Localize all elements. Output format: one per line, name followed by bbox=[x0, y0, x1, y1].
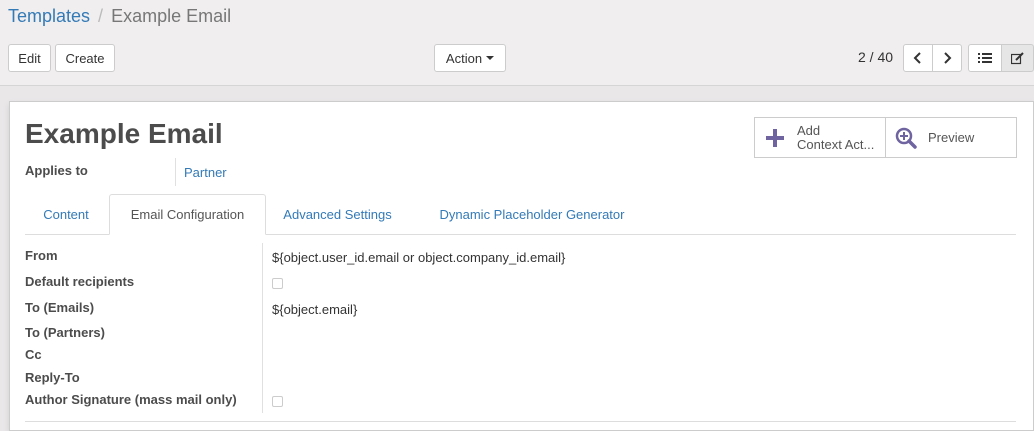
applies-to-label: Applies to bbox=[25, 163, 88, 178]
tab-content[interactable]: Content bbox=[25, 194, 107, 234]
caret-down-icon bbox=[486, 56, 495, 60]
action-label: Action bbox=[445, 50, 483, 66]
add-context-action-label: Add Context Act... bbox=[797, 122, 875, 152]
record-title: Example Email bbox=[25, 118, 223, 149]
add-context-action-button[interactable]: Add Context Act... bbox=[755, 118, 886, 157]
list-icon bbox=[978, 53, 992, 63]
notebook-tabs: Content Email Configuration Advanced Set… bbox=[25, 194, 1016, 235]
list-view-button[interactable] bbox=[968, 44, 1002, 72]
default-recipients-checkbox[interactable] bbox=[272, 278, 283, 289]
form-view-button[interactable] bbox=[1001, 44, 1034, 72]
zoom-in-icon bbox=[894, 126, 918, 150]
applies-to-value[interactable]: Partner bbox=[184, 165, 227, 180]
pager-next-button[interactable] bbox=[932, 44, 962, 72]
tab-email-configuration[interactable]: Email Configuration bbox=[109, 194, 266, 235]
form-label-divider bbox=[262, 243, 263, 413]
preview-button[interactable]: Preview bbox=[886, 118, 1016, 157]
plus-icon bbox=[763, 126, 787, 150]
default-recipients-label: Default recipients bbox=[25, 274, 135, 289]
to-emails-field[interactable]: ${object.email} bbox=[272, 302, 357, 317]
author-signature-label: Author Signature (mass mail only) bbox=[25, 392, 237, 407]
pager-value[interactable]: 2 / 40 bbox=[858, 49, 893, 65]
stat-button-box: Add Context Act... Preview bbox=[754, 117, 1017, 158]
tab-advanced-settings[interactable]: Advanced Settings bbox=[272, 194, 403, 234]
from-label: From bbox=[25, 248, 58, 263]
add-context-action-line2: Context Act... bbox=[797, 136, 875, 152]
to-emails-label: To (Emails) bbox=[25, 300, 95, 315]
action-dropdown[interactable]: Action bbox=[434, 44, 506, 72]
breadcrumb: Templates / Example Email bbox=[8, 5, 231, 27]
breadcrumb-separator: / bbox=[98, 6, 104, 26]
preview-label: Preview bbox=[928, 129, 975, 145]
edit-icon bbox=[1011, 51, 1024, 64]
pager-previous-button[interactable] bbox=[903, 44, 933, 72]
create-button[interactable]: Create bbox=[55, 44, 115, 72]
form-bottom-divider bbox=[25, 421, 1016, 422]
breadcrumb-current: Example Email bbox=[111, 6, 232, 26]
chevron-left-icon bbox=[913, 52, 921, 64]
applies-to-divider bbox=[175, 158, 176, 186]
reply-to-label: Reply-To bbox=[25, 370, 80, 385]
chevron-right-icon bbox=[944, 52, 952, 64]
from-field[interactable]: ${object.user_id.email or object.company… bbox=[272, 250, 565, 265]
edit-button[interactable]: Edit bbox=[8, 44, 51, 72]
breadcrumb-link-templates[interactable]: Templates bbox=[8, 6, 90, 26]
control-panel: Templates / Example Email Edit Create Acti… bbox=[0, 0, 1034, 86]
add-context-action-line1: Add bbox=[797, 122, 821, 138]
author-signature-checkbox[interactable] bbox=[272, 396, 283, 407]
cc-label: Cc bbox=[25, 347, 42, 362]
to-partners-label: To (Partners) bbox=[25, 325, 105, 340]
tab-dynamic-placeholder-generator[interactable]: Dynamic Placeholder Generator bbox=[417, 194, 647, 234]
